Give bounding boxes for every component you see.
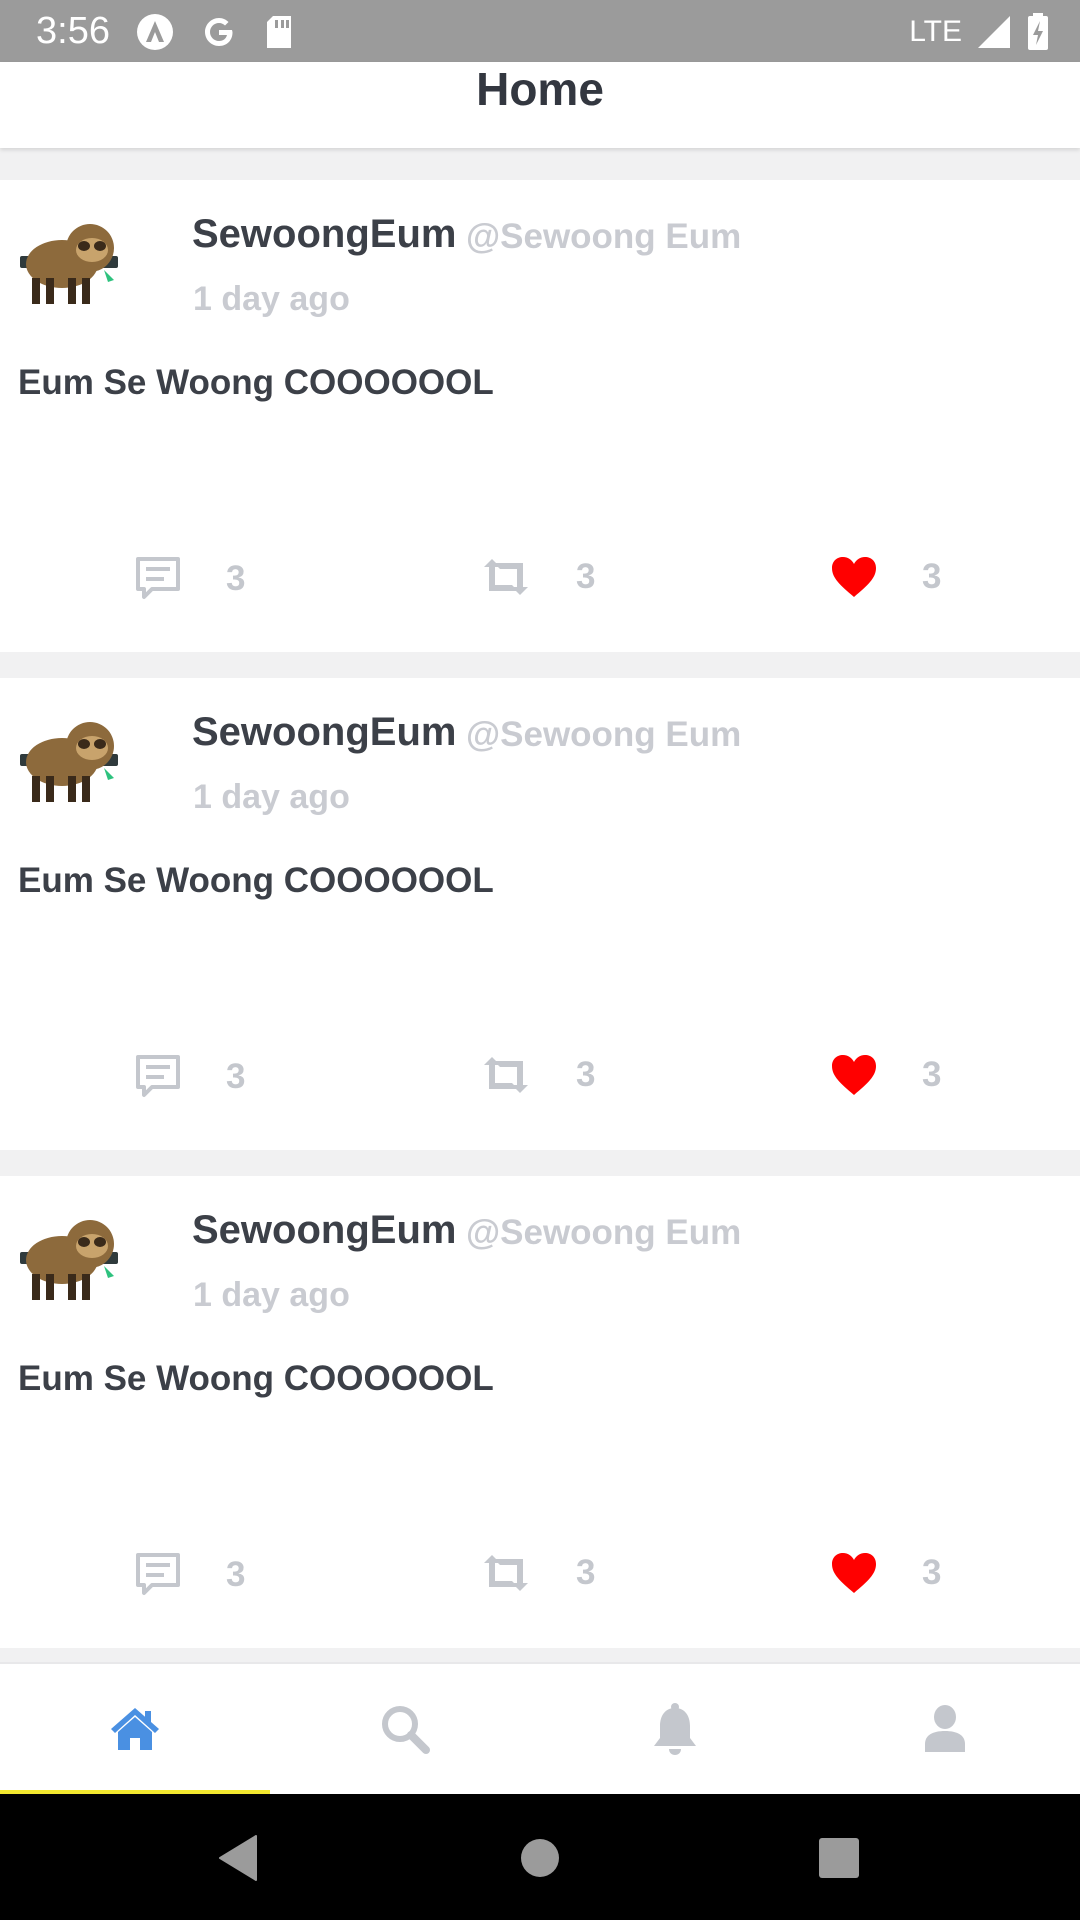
retweet-icon[interactable]	[480, 1053, 532, 1097]
retweet-count: 3	[576, 1055, 596, 1094]
signal-icon	[978, 16, 1010, 48]
comment-icon[interactable]	[134, 555, 182, 603]
android-auto-icon	[137, 14, 173, 50]
bottom-tab-bar	[0, 1662, 1080, 1796]
tweet-username[interactable]: SewoongEum	[192, 212, 456, 257]
recent-apps-icon[interactable]	[818, 1834, 860, 1882]
retweet-icon[interactable]	[480, 1551, 532, 1595]
sloth-avatar[interactable]	[16, 220, 120, 306]
status-icons-right: LTE	[909, 12, 1050, 52]
tweet-handle[interactable]: @Sewoong Eum	[466, 715, 741, 755]
comment-action[interactable]: 3	[134, 555, 245, 603]
system-nav-bar	[0, 1794, 1080, 1920]
like-count: 3	[922, 1055, 942, 1094]
heart-icon[interactable]	[830, 1053, 878, 1097]
tab-home[interactable]	[0, 1664, 270, 1794]
tweet-time: 1 day ago	[193, 778, 350, 816]
retweet-icon[interactable]	[480, 555, 532, 599]
tweet-time: 1 day ago	[193, 1276, 350, 1314]
tab-notifications[interactable]	[540, 1664, 810, 1794]
tweet-card[interactable]: SewoongEum @Sewoong Eum 1 day ago Eum Se…	[0, 678, 1080, 1150]
tweet-username[interactable]: SewoongEum	[192, 710, 456, 755]
heart-icon[interactable]	[830, 1551, 878, 1595]
retweet-action[interactable]: 3	[480, 1053, 595, 1097]
tweet-text: Eum Se Woong COOOOOOL	[18, 363, 494, 402]
back-icon[interactable]	[216, 1834, 260, 1882]
app-header: Home	[0, 62, 1080, 148]
like-action[interactable]: 3	[830, 1053, 941, 1097]
heart-icon[interactable]	[830, 555, 878, 599]
like-action[interactable]: 3	[830, 1551, 941, 1595]
comment-action[interactable]: 3	[134, 1551, 245, 1599]
retweet-count: 3	[576, 557, 596, 596]
tweet-card[interactable]: SewoongEum @Sewoong Eum 1 day ago Eum Se…	[0, 180, 1080, 652]
tweet-username[interactable]: SewoongEum	[192, 1208, 456, 1253]
person-icon[interactable]	[923, 1704, 967, 1754]
sloth-avatar[interactable]	[16, 718, 120, 804]
comment-action[interactable]: 3	[134, 1053, 245, 1101]
like-count: 3	[922, 1553, 942, 1592]
comment-icon[interactable]	[134, 1551, 182, 1599]
tweet-handle[interactable]: @Sewoong Eum	[466, 1213, 741, 1253]
retweet-action[interactable]: 3	[480, 555, 595, 599]
comment-icon[interactable]	[134, 1053, 182, 1101]
sd-card-icon	[267, 16, 291, 48]
status-icons-left	[135, 12, 295, 52]
network-type: LTE	[909, 15, 962, 48]
like-action[interactable]: 3	[830, 555, 941, 599]
sloth-avatar[interactable]	[16, 1216, 120, 1302]
status-bar: 3:56 LTE	[0, 0, 1080, 62]
tweet-card[interactable]: SewoongEum @Sewoong Eum 1 day ago Eum Se…	[0, 1176, 1080, 1648]
tweet-text: Eum Se Woong COOOOOOL	[18, 1359, 494, 1398]
retweet-action[interactable]: 3	[480, 1551, 595, 1595]
comment-count: 3	[226, 1057, 246, 1096]
tab-profile[interactable]	[810, 1664, 1080, 1794]
battery-icon	[1028, 13, 1048, 50]
retweet-count: 3	[576, 1553, 596, 1592]
home-circle-icon[interactable]	[520, 1834, 560, 1882]
tab-search[interactable]	[270, 1664, 540, 1794]
page-title: Home	[476, 63, 604, 115]
tweet-handle[interactable]: @Sewoong Eum	[466, 217, 741, 257]
home-icon[interactable]	[109, 1705, 161, 1753]
status-time: 3:56	[36, 10, 110, 52]
bell-icon[interactable]	[651, 1702, 699, 1756]
tweet-text: Eum Se Woong COOOOOOL	[18, 861, 494, 900]
comment-count: 3	[226, 1555, 246, 1594]
comment-count: 3	[226, 559, 246, 598]
search-icon[interactable]	[379, 1703, 431, 1755]
like-count: 3	[922, 557, 942, 596]
google-icon	[205, 18, 233, 46]
tweet-time: 1 day ago	[193, 280, 350, 318]
